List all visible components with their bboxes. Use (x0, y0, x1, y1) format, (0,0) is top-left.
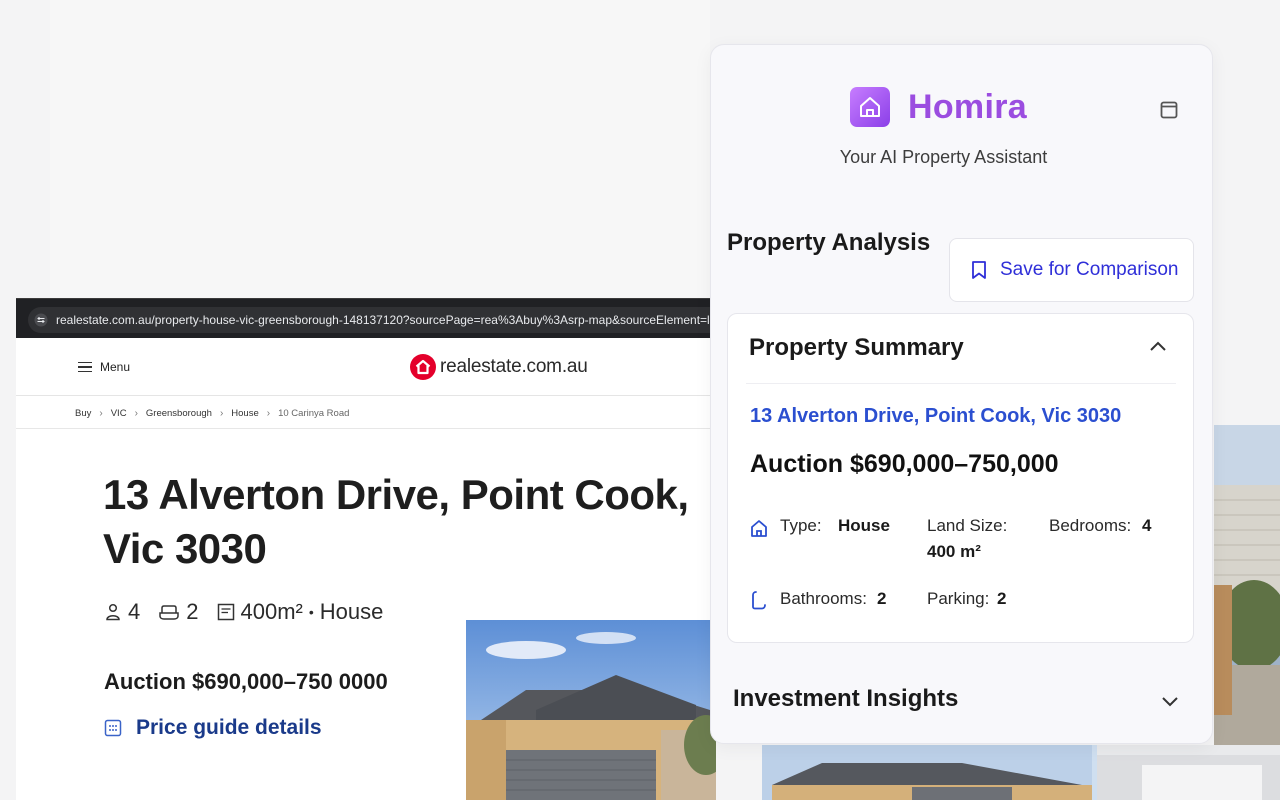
rea-house-icon (410, 354, 436, 380)
calculator-icon (104, 719, 122, 737)
url-text[interactable]: realestate.com.au/property-house-vic-gre… (56, 313, 716, 329)
bedrooms-label: Bedrooms: (1049, 516, 1132, 535)
bed-person-icon (106, 603, 120, 621)
bathtub-icon (752, 591, 766, 610)
logo-text: realestate.com.au (440, 356, 588, 377)
browser-window: realestate.com.au/property-house-vic-gre… (16, 298, 716, 800)
save-label: Save for Comparison (1000, 259, 1179, 280)
property-type: House (319, 599, 384, 624)
auction-price: Auction $690,000–750 0000 (104, 669, 388, 694)
summary-price: Auction $690,000–750,000 (750, 450, 1059, 478)
breadcrumb-vic[interactable]: VIC (111, 408, 127, 419)
chevron-right-icon: › (134, 407, 138, 419)
property-summary-card: Property Summary 13 Alverton Drive, Poin… (727, 313, 1194, 643)
land-size-value: 400 m² (927, 542, 981, 561)
parking-value: 2 (997, 589, 1007, 608)
listing-title: 13 Alverton Drive, Point Cook, Vic 3030 (103, 471, 689, 572)
listing-features: 4 2 400m² • House (104, 598, 383, 626)
house-type-icon (751, 520, 767, 537)
chevron-right-icon: › (219, 407, 224, 419)
house-icon (860, 97, 880, 117)
homira-brand: Homira (850, 87, 1027, 127)
parking-label: Parking: (927, 589, 990, 608)
bedrooms-value: 4 (1142, 516, 1152, 535)
property-photo-side[interactable] (1214, 425, 1280, 745)
tagline: Your AI Property Assistant (839, 147, 1048, 167)
menu-label: Menu (100, 360, 131, 374)
breadcrumb-type[interactable]: House (231, 408, 258, 419)
investment-insights-header[interactable]: Investment Insights (733, 685, 958, 713)
site-logo[interactable]: realestate.com.au (410, 353, 588, 381)
property-photo[interactable] (466, 620, 716, 800)
window-toggle-icon[interactable] (1160, 101, 1178, 119)
summary-address[interactable]: 13 Alverton Drive, Point Cook, Vic 3030 (750, 405, 1121, 428)
bathrooms-label: Bathrooms: (780, 589, 867, 608)
bath-icon (159, 605, 179, 620)
chevron-down-icon[interactable] (1161, 695, 1179, 707)
homira-panel: Homira Your AI Property Assistant Proper… (710, 44, 1213, 744)
chevron-right-icon: › (99, 407, 103, 419)
hamburger-icon (78, 361, 92, 373)
bedrooms-count: 4 (128, 599, 141, 624)
divider (16, 428, 716, 429)
bookmark-icon (972, 261, 986, 279)
homira-logo (850, 87, 890, 127)
summary-title[interactable]: Property Summary (749, 334, 964, 362)
site-settings-icon[interactable] (34, 313, 48, 327)
menu-button[interactable]: Menu (78, 358, 130, 376)
type-value: House (838, 516, 890, 535)
divider (746, 383, 1176, 384)
chevron-right-icon: › (266, 407, 271, 419)
land-size: 400m² (240, 599, 303, 624)
bathrooms-value: 2 (877, 589, 887, 608)
breadcrumb-current: 10 Carinya Road (278, 407, 350, 419)
address-bar[interactable]: realestate.com.au/property-house-vic-gre… (16, 298, 716, 338)
land-size-label: Land Size: (927, 516, 1008, 535)
breadcrumb: Buy › VIC › Greensborough › House › 10 C… (75, 405, 349, 421)
save-for-comparison-button[interactable]: Save for Comparison (949, 238, 1194, 302)
chevron-up-icon[interactable] (1149, 340, 1167, 352)
section-heading: Property Analysis (727, 229, 931, 256)
land-size-icon (217, 603, 234, 621)
price-guide-link[interactable]: Price guide details (104, 714, 322, 742)
bathrooms-count: 2 (186, 599, 199, 624)
brand-name: Homira (908, 87, 1027, 126)
breadcrumb-buy[interactable]: Buy (75, 408, 91, 419)
separator-dot: • (308, 604, 314, 620)
site-header: Menu realestate.com.au (16, 338, 716, 396)
type-label: Type: (780, 516, 822, 535)
breadcrumb-suburb[interactable]: Greensborough (146, 408, 212, 419)
property-photo-strip[interactable] (762, 745, 1280, 800)
price-guide-label: Price guide details (136, 716, 322, 739)
page-backdrop (50, 0, 710, 298)
